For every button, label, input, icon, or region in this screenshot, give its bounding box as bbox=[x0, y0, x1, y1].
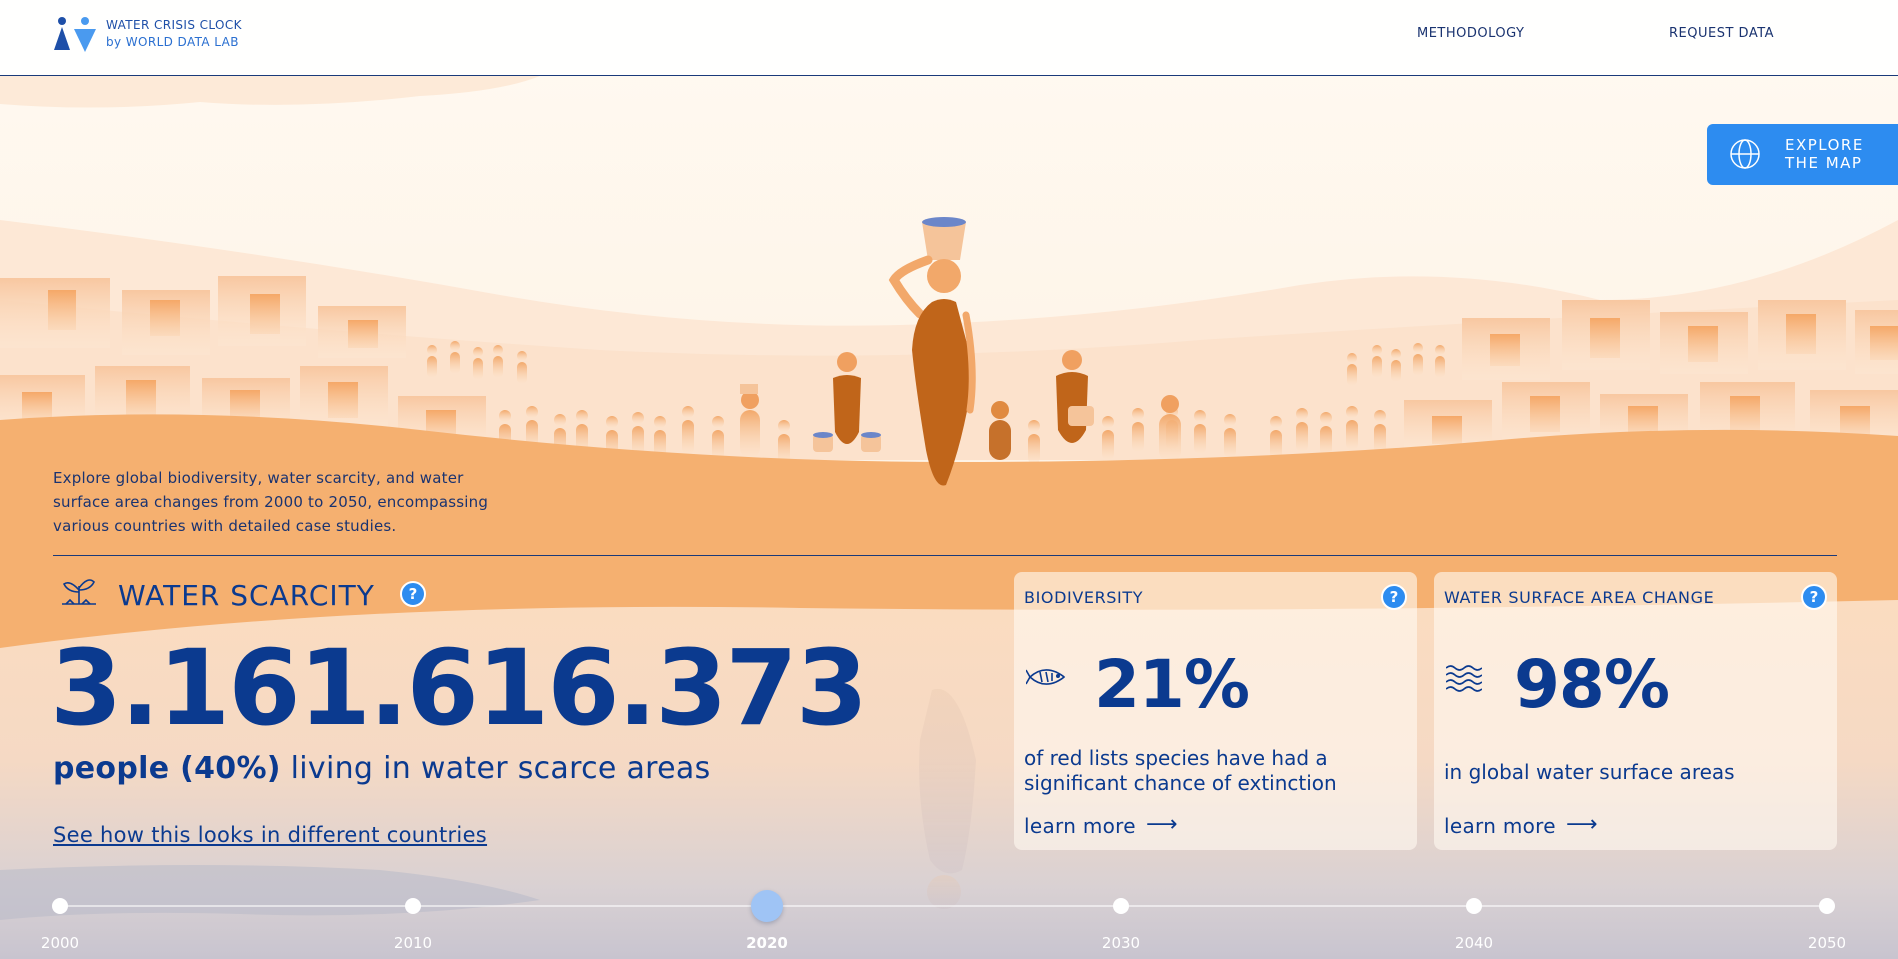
globe-icon bbox=[1730, 139, 1760, 169]
logo-line-2: by WORLD DATA LAB bbox=[106, 35, 239, 49]
water-scarcity-title: WATER SCARCITY bbox=[118, 579, 375, 612]
nav-request-data[interactable]: REQUEST DATA bbox=[1669, 26, 1774, 41]
year-timeline: 2000 2010 2020 2030 2040 2050 bbox=[0, 880, 1898, 959]
waves-icon bbox=[1446, 665, 1482, 692]
explore-map-label: EXPLORE THE MAP bbox=[1785, 136, 1864, 172]
water-surface-description: in global water surface areas bbox=[1444, 760, 1735, 784]
drought-plant-icon bbox=[62, 579, 96, 605]
biodiversity-description: of red lists species have had a signific… bbox=[1024, 746, 1337, 795]
arrow-right-icon[interactable]: ⟶ bbox=[1146, 812, 1178, 837]
water-surface-help-icon[interactable]: ? bbox=[1801, 584, 1827, 610]
top-header: WATER CRISIS CLOCK by WORLD DATA LAB MET… bbox=[0, 0, 1898, 76]
logo-text: WATER CRISIS CLOCK by WORLD DATA LAB bbox=[106, 17, 242, 51]
water-scarcity-count: 3.161.616.373 bbox=[50, 627, 868, 749]
timeline-label-2050[interactable]: 2050 bbox=[1797, 934, 1857, 952]
section-divider bbox=[53, 555, 1837, 556]
water-surface-value: 98% bbox=[1514, 646, 1670, 723]
timeline-dot-2020[interactable] bbox=[751, 890, 783, 922]
water-surface-title: WATER SURFACE AREA CHANGE bbox=[1444, 588, 1715, 607]
timeline-label-2040[interactable]: 2040 bbox=[1444, 934, 1504, 952]
biodiversity-title: BIODIVERSITY bbox=[1024, 588, 1144, 607]
timeline-label-2020[interactable]: 2020 bbox=[737, 934, 797, 952]
biodiversity-value: 21% bbox=[1094, 646, 1250, 723]
water-surface-card: WATER SURFACE AREA CHANGE ? 98% in globa… bbox=[1434, 572, 1837, 850]
explore-map-button[interactable]: EXPLORE THE MAP bbox=[1707, 124, 1898, 185]
nav-methodology[interactable]: METHODOLOGY bbox=[1417, 26, 1525, 41]
timeline-dot-2040[interactable] bbox=[1466, 898, 1482, 914]
explore-line-2: THE MAP bbox=[1785, 154, 1863, 172]
water-scarcity-help-icon[interactable]: ? bbox=[400, 581, 426, 607]
explore-line-1: EXPLORE bbox=[1785, 136, 1864, 154]
timeline-dot-2050[interactable] bbox=[1819, 898, 1835, 914]
timeline-track bbox=[60, 905, 1828, 907]
logo-line-1: WATER CRISIS CLOCK bbox=[106, 18, 242, 32]
biodiversity-help-icon[interactable]: ? bbox=[1381, 584, 1407, 610]
water-surface-learn-more[interactable]: learn more bbox=[1444, 814, 1556, 838]
timeline-dot-2010[interactable] bbox=[405, 898, 421, 914]
timeline-dot-2000[interactable] bbox=[52, 898, 68, 914]
intro-text: Explore global biodiversity, water scarc… bbox=[53, 469, 489, 535]
timeline-dot-2030[interactable] bbox=[1113, 898, 1129, 914]
people-percent: people (40%) bbox=[53, 751, 281, 786]
logo-mark-icon bbox=[54, 17, 96, 52]
timeline-label-2030[interactable]: 2030 bbox=[1091, 934, 1151, 952]
timeline-label-2010[interactable]: 2010 bbox=[383, 934, 443, 952]
arrow-right-icon[interactable]: ⟶ bbox=[1566, 812, 1598, 837]
water-scarcity-icon-wrap bbox=[58, 574, 100, 608]
biodiversity-card: BIODIVERSITY ? 21% of red lists species … bbox=[1014, 572, 1417, 850]
water-scarcity-description: people (40%) living in water scarce area… bbox=[53, 751, 711, 786]
fish-icon bbox=[1026, 669, 1066, 685]
countries-link[interactable]: See how this looks in different countrie… bbox=[53, 823, 487, 847]
timeline-label-2000[interactable]: 2000 bbox=[30, 934, 90, 952]
site-logo[interactable]: WATER CRISIS CLOCK by WORLD DATA LAB bbox=[52, 16, 242, 52]
biodiversity-learn-more[interactable]: learn more bbox=[1024, 814, 1136, 838]
people-rest: living in water scarce areas bbox=[280, 751, 711, 786]
